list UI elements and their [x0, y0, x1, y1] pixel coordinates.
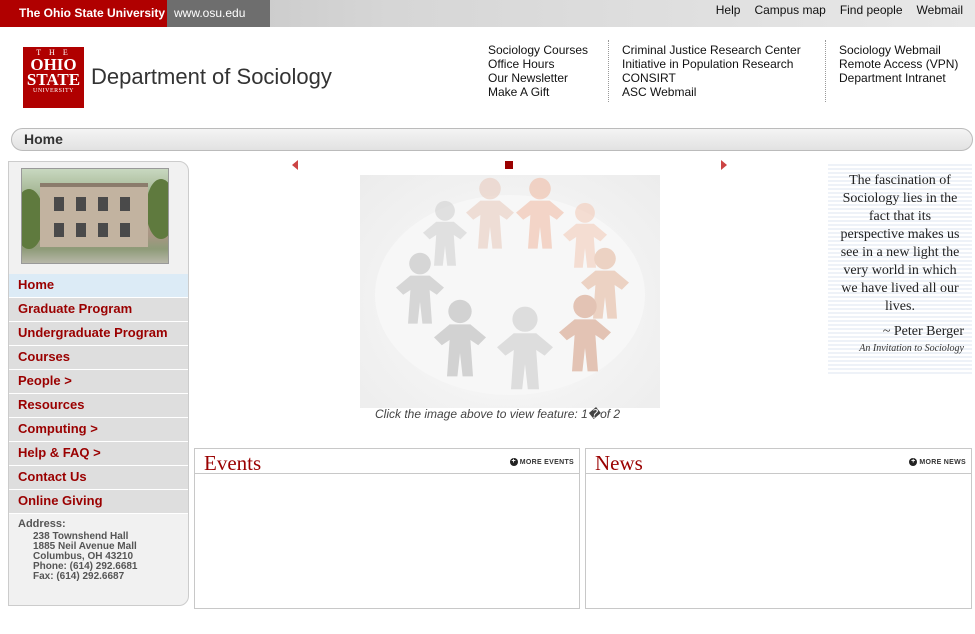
window-shape: [120, 197, 130, 211]
tree-shape: [146, 179, 168, 239]
sociology-courses-link[interactable]: Sociology Courses: [488, 43, 588, 57]
building-shape: [40, 183, 148, 247]
address-label: Address:: [18, 518, 66, 530]
sidebar-item-people[interactable]: People >: [9, 370, 188, 394]
header-divider: [825, 40, 826, 102]
more-events-label: MORE EVENTS: [519, 458, 574, 466]
more-events-link[interactable]: + MORE EVENTS: [509, 458, 574, 466]
sidebar-item-undergraduate-program[interactable]: Undergraduate Program: [9, 322, 188, 346]
make-a-gift-link[interactable]: Make A Gift: [488, 85, 588, 99]
campus-map-link[interactable]: Campus map: [754, 0, 825, 22]
window-shape: [54, 197, 64, 211]
window-shape: [120, 223, 130, 237]
events-divider: [195, 473, 579, 474]
left-sidebar: Home Graduate Program Undergraduate Prog…: [8, 161, 189, 606]
webmail-link[interactable]: Webmail: [917, 0, 963, 22]
office-hours-link[interactable]: Office Hours: [488, 57, 588, 71]
quote-box: The fascination of Sociology lies in the…: [828, 162, 972, 374]
newsletter-link[interactable]: Our Newsletter: [488, 71, 588, 85]
sidebar-item-computing[interactable]: Computing >: [9, 418, 188, 442]
news-panel: News + MORE NEWS: [585, 448, 972, 609]
window-shape: [54, 223, 64, 237]
sidebar-item-home[interactable]: Home: [9, 274, 188, 298]
townshend-hall-photo: [21, 168, 169, 264]
header-links-col2: Criminal Justice Research Center Initiat…: [622, 43, 801, 99]
sidebar-item-help-faq[interactable]: Help & FAQ >: [9, 442, 188, 466]
feature-next-arrow-icon[interactable]: [721, 160, 727, 170]
feature-prev-arrow-icon[interactable]: [292, 160, 298, 170]
feature-caption: Click the image above to view feature: 1…: [375, 407, 621, 421]
cjrc-link[interactable]: Criminal Justice Research Center: [622, 43, 801, 57]
sociology-webmail-link[interactable]: Sociology Webmail: [839, 43, 958, 57]
more-news-link[interactable]: + MORE NEWS: [909, 458, 966, 466]
paper-people-ring-illustration: [375, 177, 645, 395]
quote-source: An Invitation to Sociology: [859, 343, 964, 354]
sidebar-item-courses[interactable]: Courses: [9, 346, 188, 370]
header-links-col3: Sociology Webmail Remote Access (VPN) De…: [839, 43, 958, 85]
department-intranet-link[interactable]: Department Intranet: [839, 71, 958, 85]
remote-access-link[interactable]: Remote Access (VPN): [839, 57, 958, 71]
osu-top-bar: The Ohio State University www.osu.edu He…: [0, 0, 975, 27]
help-link[interactable]: Help: [716, 0, 741, 22]
logo-line-state: STATE: [26, 70, 81, 89]
window-shape: [98, 197, 108, 211]
address-block: Address: 238 Townshend Hall 1885 Neil Av…: [18, 518, 138, 582]
find-people-link[interactable]: Find people: [840, 0, 903, 22]
sidebar-item-contact-us[interactable]: Contact Us: [9, 466, 188, 490]
news-divider: [586, 473, 971, 474]
window-shape: [98, 223, 108, 237]
sidebar-nav: Home Graduate Program Undergraduate Prog…: [9, 274, 188, 514]
header-links-col1: Sociology Courses Office Hours Our Newsl…: [488, 43, 588, 99]
osu-logo[interactable]: T H E OHIO STATE UNIVERSITY: [23, 47, 84, 108]
osu-home-link[interactable]: The Ohio State University: [0, 0, 167, 27]
quote-author: ~ Peter Berger: [882, 324, 964, 339]
asc-webmail-link[interactable]: ASC Webmail: [622, 85, 801, 99]
utility-links: Help Campus map Find people Webmail: [716, 0, 963, 22]
quote-text: The fascination of Sociology lies in the…: [840, 173, 960, 314]
sidebar-item-graduate-program[interactable]: Graduate Program: [9, 298, 188, 322]
window-shape: [76, 223, 86, 237]
feature-image[interactable]: [360, 175, 660, 408]
more-news-label: MORE NEWS: [919, 458, 966, 466]
consirt-link[interactable]: CONSIRT: [622, 71, 801, 85]
sidebar-item-online-giving[interactable]: Online Giving: [9, 490, 188, 514]
window-shape: [76, 197, 86, 211]
events-panel: Events + MORE EVENTS: [194, 448, 580, 609]
header-divider: [608, 40, 609, 102]
breadcrumb: Home: [11, 128, 973, 151]
ipr-link[interactable]: Initiative in Population Research: [622, 57, 801, 71]
osu-url-link[interactable]: www.osu.edu: [167, 0, 270, 27]
fax-line: Fax: (614) 292.6687: [33, 571, 125, 582]
plus-circle-icon: +: [909, 458, 918, 466]
department-title[interactable]: Department of Sociology: [91, 64, 332, 90]
plus-circle-icon: +: [509, 458, 518, 466]
sidebar-item-resources[interactable]: Resources: [9, 394, 188, 418]
feature-indicator-dot[interactable]: [505, 161, 513, 169]
